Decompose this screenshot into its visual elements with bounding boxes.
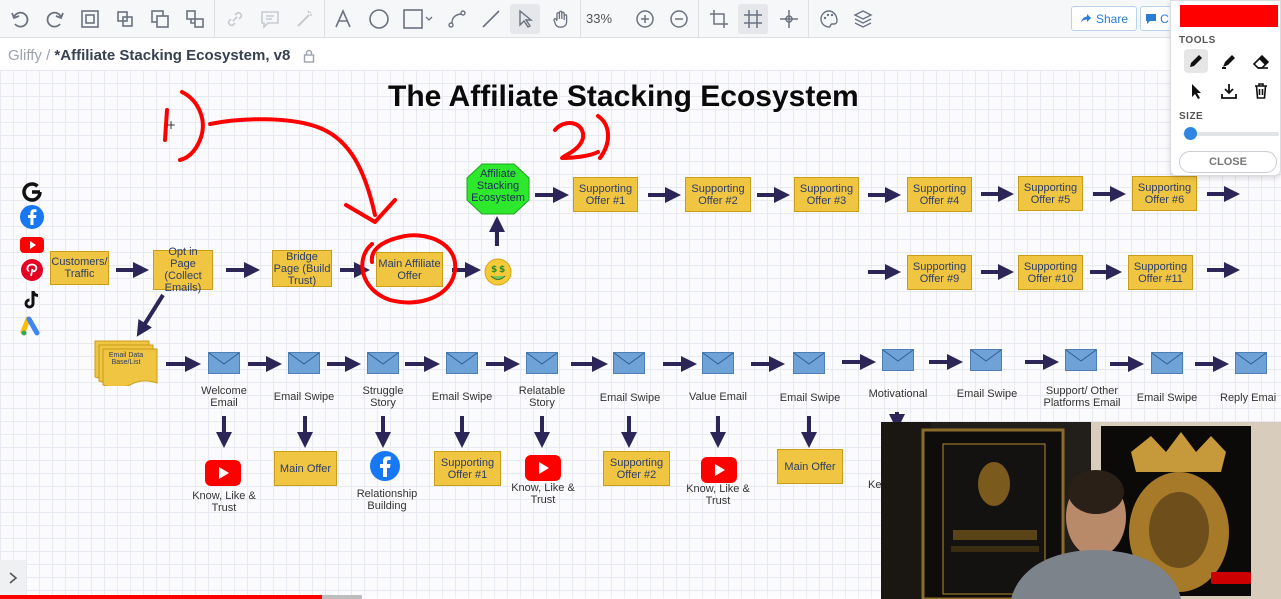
delete-tool[interactable] (1249, 79, 1273, 103)
webcam-frame (881, 422, 1281, 599)
size-slider-handle[interactable] (1184, 127, 1197, 140)
close-button[interactable]: CLOSE (1179, 151, 1277, 173)
pencil-tool[interactable] (1184, 49, 1208, 73)
drawing-tools-panel: TOOLS SIZE CLOSE (1170, 0, 1281, 176)
download-icon (1221, 84, 1237, 99)
pencil-icon (1190, 55, 1202, 67)
tools-heading: TOOLS (1179, 35, 1216, 46)
video-buffer-bar (322, 595, 362, 599)
gliffy-editor: 33% Share C Gliffy / *Affiliate Stacking… (0, 0, 1281, 599)
webcam-overlay (881, 422, 1281, 599)
size-heading: SIZE (1179, 111, 1204, 122)
download-tool[interactable] (1217, 79, 1241, 103)
highlighter-icon (1222, 55, 1235, 69)
highlighter-tool[interactable] (1217, 49, 1241, 73)
eraser-tool[interactable] (1249, 49, 1273, 73)
pointer-tool[interactable] (1184, 79, 1208, 103)
video-progress-bar[interactable] (0, 595, 322, 599)
color-swatch[interactable] (1180, 5, 1278, 27)
size-slider-track[interactable] (1183, 132, 1279, 136)
expand-panel-button[interactable] (0, 560, 26, 596)
eraser-icon (1252, 54, 1270, 69)
trash-icon (1255, 83, 1267, 99)
svg-text:+: + (166, 118, 176, 132)
chevron-right-icon (9, 572, 18, 584)
pointer-icon (1192, 84, 1201, 99)
